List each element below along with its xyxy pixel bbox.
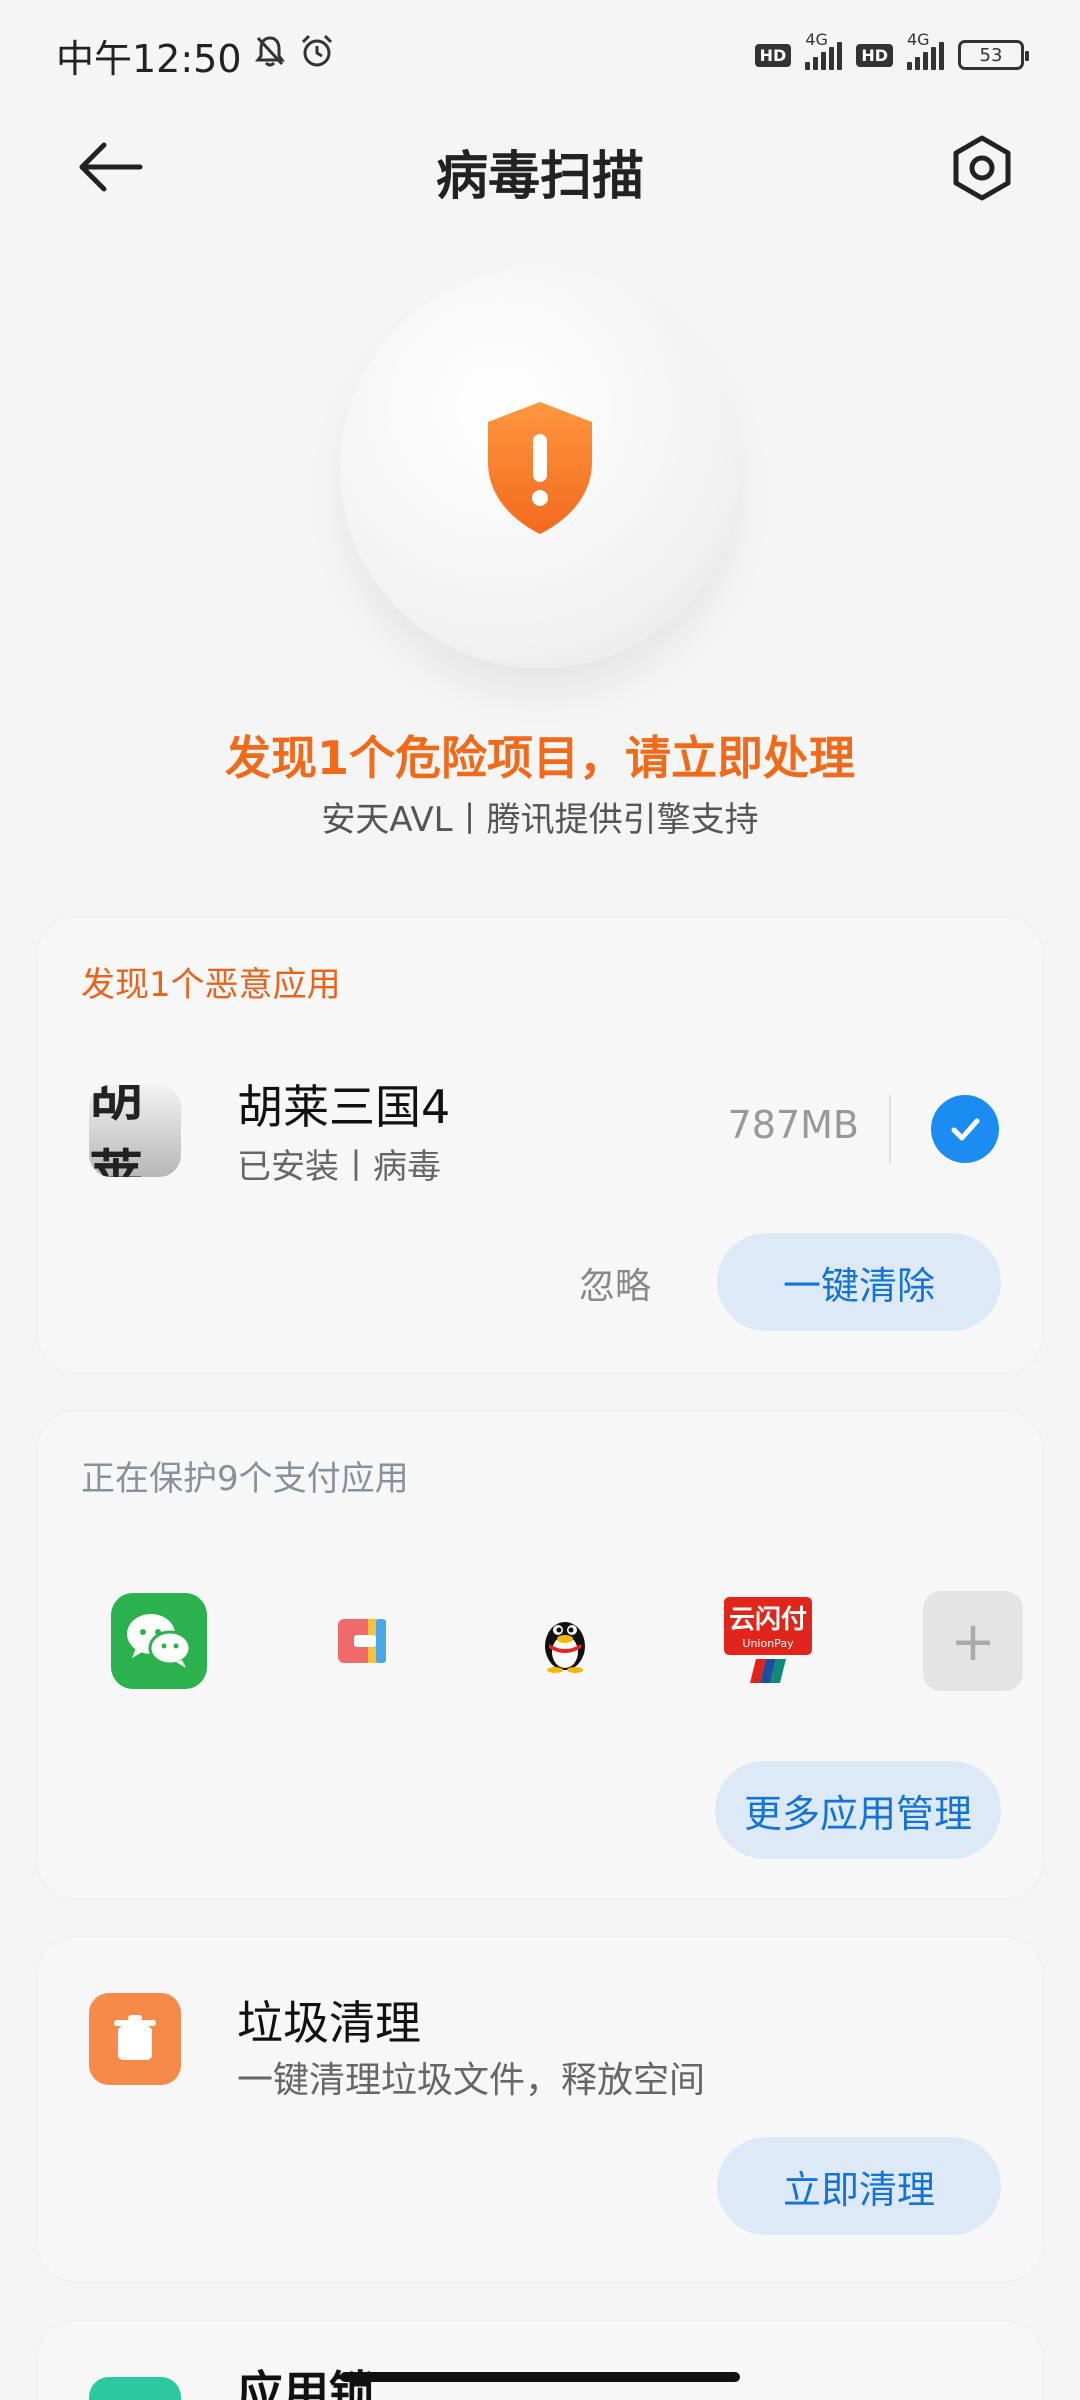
more-app-management-button[interactable]: 更多应用管理 [715, 1761, 1001, 1859]
engine-credit: 安天AVL丨腾讯提供引擎支持 [321, 800, 759, 840]
app-header: 病毒扫描 [0, 110, 1080, 220]
virus-scan-screen: 中午12:50 HD 4G HD 4G 53 病毒扫描 发现1个危险项目，请立即… [0, 0, 1080, 2400]
junk-cleanup-card: 垃圾清理 一键清理垃圾文件，释放空间 立即清理 [36, 1936, 1044, 2282]
malware-app-name: 胡莱三国4 [237, 1080, 451, 1134]
settings-gear-icon [953, 135, 1011, 201]
unionpay-logo-icon: 云闪付 UnionPay [724, 1597, 812, 1683]
divider [889, 1095, 891, 1163]
payment-app-row: 云闪付 UnionPay + [111, 1589, 1023, 1693]
malware-app-status: 已安装丨病毒 [237, 1147, 441, 1187]
payment-protection-card: 正在保护9个支付应用 云闪付 UnionPay + 更多应用管理 [36, 1410, 1044, 1900]
alarm-icon [298, 32, 336, 79]
battery-level: 53 [979, 44, 1003, 66]
network-type-1: 4G [805, 30, 828, 49]
app-lock-card[interactable]: 应用锁 [36, 2320, 1044, 2400]
wechat-app-icon[interactable] [111, 1593, 207, 1689]
status-bar: 中午12:50 HD 4G HD 4G 53 [0, 0, 1080, 110]
payment-heading: 正在保护9个支付应用 [81, 1459, 409, 1499]
game-app-icon-text: 胡莱 [89, 1085, 143, 1177]
signal-icon-1: 4G [805, 30, 843, 70]
wallet-card-icon [338, 1619, 386, 1663]
select-checkbox[interactable] [931, 1095, 999, 1163]
status-time: 中午12:50 [56, 36, 242, 81]
add-payment-app-button[interactable]: + [923, 1591, 1023, 1691]
lock-icon [89, 2377, 181, 2400]
ignore-button[interactable]: 忽略 [579, 1257, 651, 1309]
malware-heading: 发现1个恶意应用 [81, 965, 341, 1005]
qq-app-icon[interactable] [517, 1593, 613, 1689]
page-title: 病毒扫描 [435, 147, 644, 207]
signal-icon-2: 4G [907, 30, 944, 70]
unionpay-logo-text: 云闪付 [729, 1605, 807, 1635]
network-type-2: 4G [907, 30, 930, 49]
clean-now-button[interactable]: 立即清理 [717, 2137, 1001, 2235]
danger-headline: 发现1个危险项目，请立即处理 [224, 731, 855, 785]
wallet-app-icon[interactable] [314, 1593, 410, 1689]
status-right: HD 4G HD 4G 53 [754, 30, 1029, 70]
unionpay-logo-subtext: UnionPay [742, 1637, 794, 1650]
battery-icon: 53 [958, 40, 1029, 70]
qq-penguin-icon [545, 1622, 585, 1673]
status-left: 中午12:50 [56, 28, 336, 83]
unionpay-app-icon[interactable]: 云闪付 UnionPay [720, 1593, 816, 1689]
settings-button[interactable] [944, 130, 1020, 206]
trash-icon [89, 1993, 181, 2085]
malware-card: 发现1个恶意应用 胡莱 胡莱三国4 已安装丨病毒 787MB 忽略 一键清除 [36, 916, 1044, 1374]
checkmark-icon [951, 1118, 980, 1141]
game-app-icon: 胡莱 [89, 1085, 181, 1177]
plus-icon: + [950, 1609, 996, 1673]
junk-cleanup-subtitle: 一键清理垃圾文件，释放空间 [237, 2060, 706, 2101]
hd-badge-1: HD [754, 43, 792, 67]
one-click-remove-button[interactable]: 一键清除 [717, 1233, 1001, 1331]
junk-cleanup-title: 垃圾清理 [237, 1996, 421, 2050]
hd-badge-2: HD [856, 43, 893, 67]
warning-shield-icon [488, 402, 592, 534]
mute-bell-icon [252, 33, 288, 78]
malware-app-size: 787MB [727, 1103, 859, 1147]
wechat-bubbles-icon [127, 1614, 192, 1668]
home-indicator[interactable] [340, 2372, 740, 2382]
